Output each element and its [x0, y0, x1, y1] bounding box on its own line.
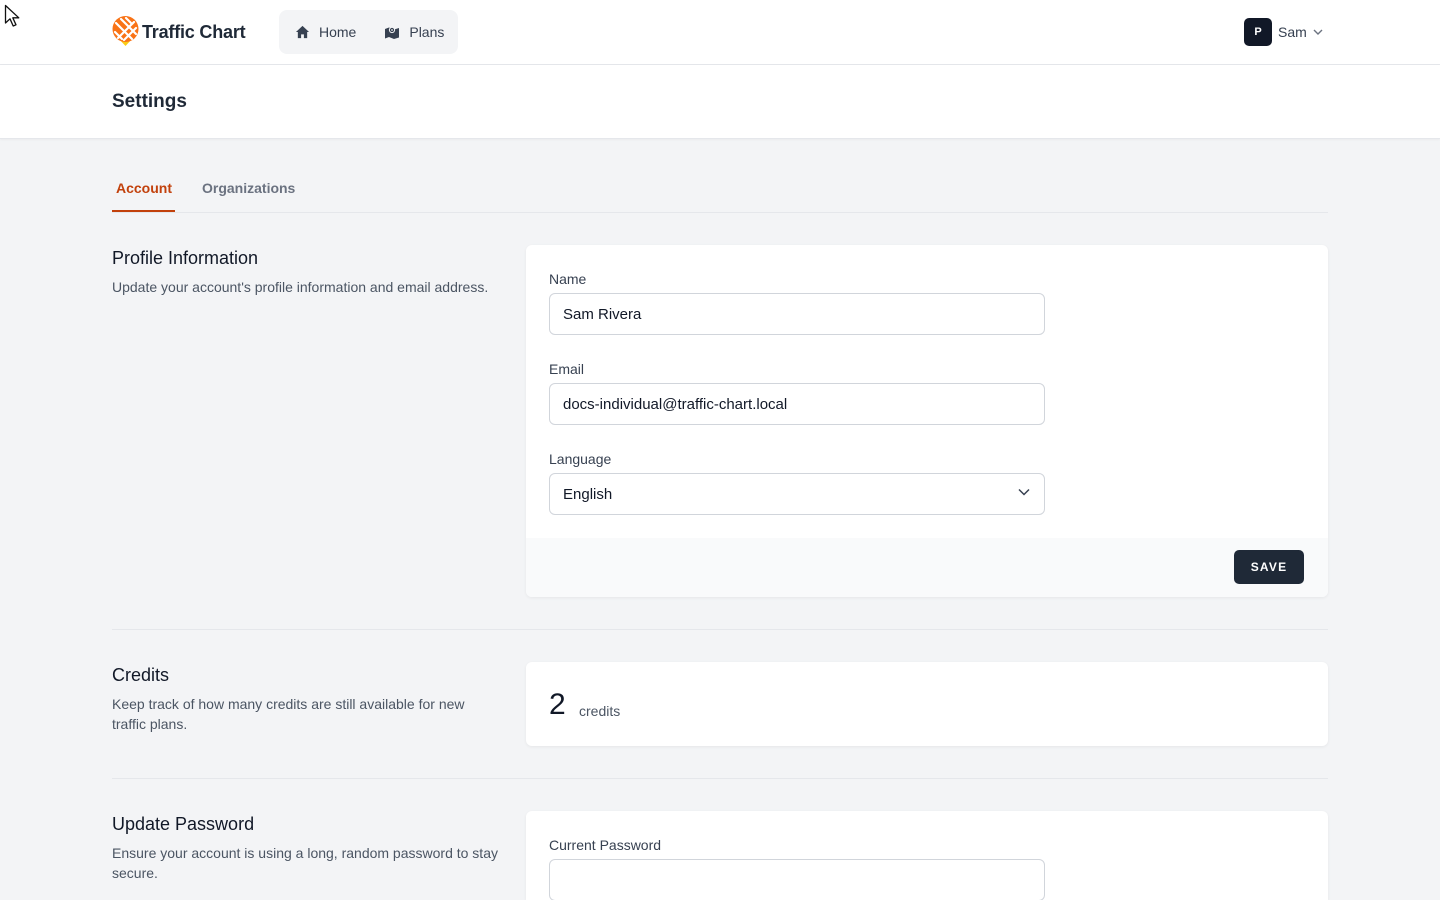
nav-item-plans[interactable]: Plans: [384, 24, 444, 40]
current-password-label: Current Password: [549, 837, 662, 853]
section-divider: [112, 778, 1328, 779]
language-label: Language: [549, 451, 612, 467]
settings-tabs: Account Organizations: [112, 170, 1328, 213]
credits-section-title: Credits: [112, 665, 170, 685]
language-select[interactable]: English: [549, 473, 1045, 515]
current-password-field[interactable]: [549, 859, 1045, 900]
credits-card: 2 credits: [526, 662, 1328, 746]
active-tab-indicator: [112, 210, 175, 212]
profile-section-description: Update your account's profile informatio…: [112, 279, 489, 295]
home-icon: [295, 25, 310, 39]
chevron-down-icon: [1313, 29, 1323, 35]
credits-count: 2: [549, 688, 566, 721]
password-section-title: Update Password: [112, 814, 255, 834]
credits-section-description: Keep track of how many credits are still…: [112, 696, 465, 732]
main-nav: Home Plans: [279, 10, 458, 54]
profile-section-title: Profile Information: [112, 248, 259, 268]
tab-account[interactable]: Account: [116, 180, 172, 196]
name-label: Name: [549, 271, 587, 287]
page-title: Settings: [112, 91, 187, 112]
avatar: P: [1244, 18, 1272, 46]
user-name: Sam: [1278, 24, 1307, 40]
save-button[interactable]: SAVE: [1234, 550, 1304, 584]
credits-unit: credits: [579, 703, 621, 719]
email-field[interactable]: [549, 383, 1045, 425]
section-divider: [112, 629, 1328, 630]
brand-logo[interactable]: Traffic Chart: [112, 16, 246, 48]
top-navigation-bar: Traffic Chart Home Plans P Sam: [0, 0, 1440, 65]
profile-card: Name Email Language English SAVE: [526, 245, 1328, 597]
page-header: Settings: [0, 65, 1440, 139]
password-card: Current Password: [526, 811, 1328, 900]
name-field[interactable]: [549, 293, 1045, 335]
map-icon: [385, 26, 400, 39]
email-label: Email: [549, 361, 585, 377]
profile-card-footer: SAVE: [526, 538, 1328, 597]
nav-item-plans-label: Plans: [409, 24, 445, 40]
tab-organizations[interactable]: Organizations: [202, 180, 295, 196]
user-menu[interactable]: P Sam: [1244, 18, 1323, 46]
nav-item-home-label: Home: [319, 24, 357, 40]
chevron-down-icon: [1018, 488, 1030, 496]
password-section-description: Ensure your account is using a long, ran…: [112, 845, 498, 881]
mouse-cursor-icon: [4, 4, 20, 27]
language-select-value: English: [563, 486, 613, 503]
nav-item-home[interactable]: Home: [295, 24, 356, 40]
traffic-chart-logo-icon: [112, 16, 139, 48]
brand-name: Traffic Chart: [142, 21, 246, 42]
